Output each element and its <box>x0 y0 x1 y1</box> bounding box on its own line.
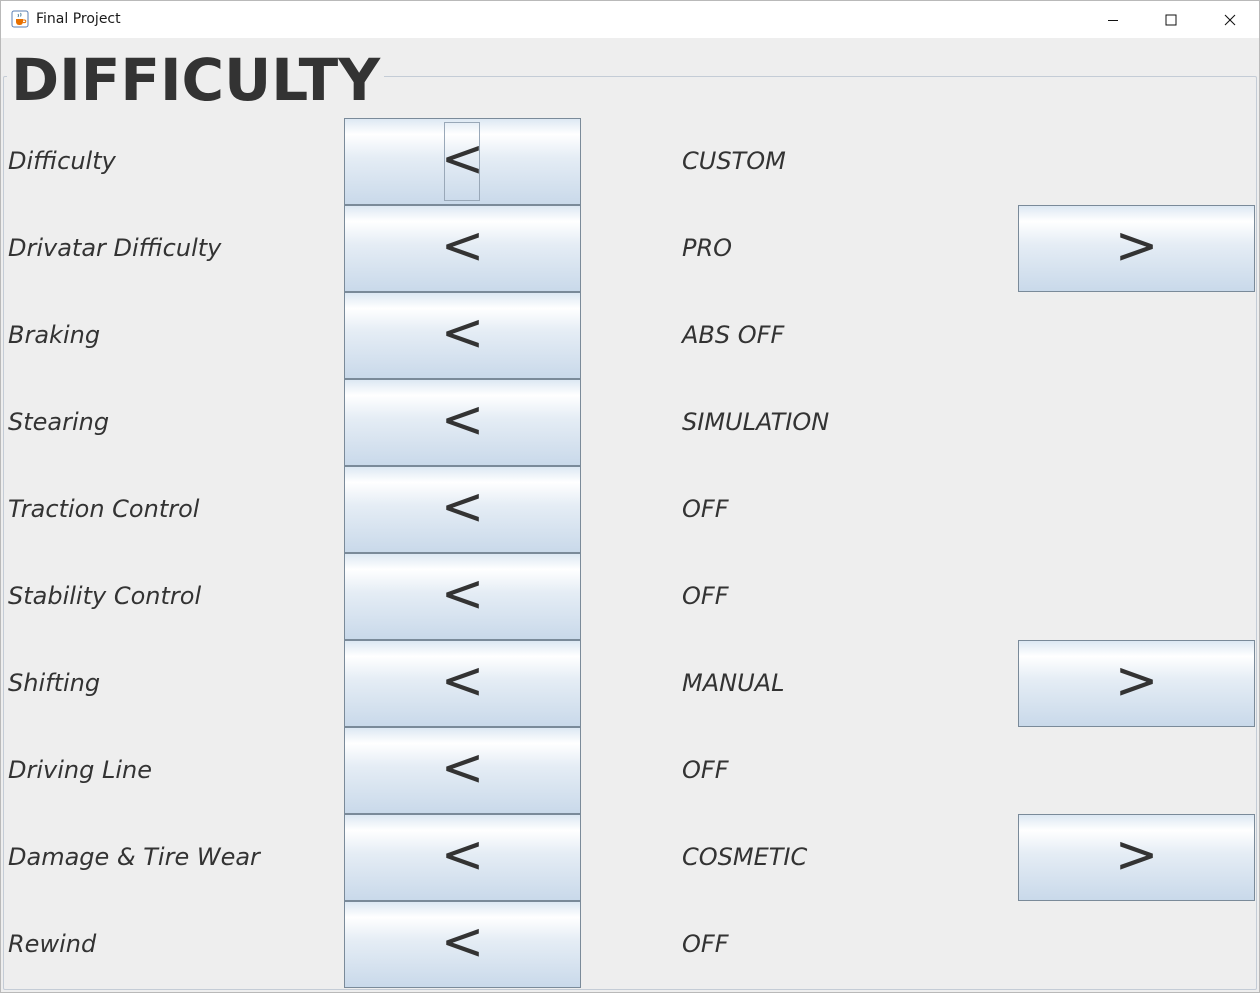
setting-value: ABS OFF <box>682 321 785 349</box>
prev-arrow-label: < <box>440 650 485 711</box>
prev-button-driving-line[interactable]: < <box>344 727 581 814</box>
setting-label: Drivatar Difficulty <box>8 234 222 262</box>
setting-row-driving-line: Driving Line < OFF <box>1 727 1259 814</box>
close-button[interactable] <box>1201 1 1259 38</box>
setting-value: OFF <box>682 495 729 523</box>
minimize-button[interactable] <box>1084 1 1142 38</box>
next-arrow-label: > <box>1114 650 1159 711</box>
prev-button-traction-control[interactable]: < <box>344 466 581 553</box>
prev-arrow-label: < <box>440 128 485 189</box>
prev-button-drivatar-difficulty[interactable]: < <box>344 205 581 292</box>
setting-value: MANUAL <box>682 669 785 697</box>
next-button-shifting[interactable]: > <box>1018 640 1255 727</box>
setting-row-stability-control: Stability Control < OFF <box>1 553 1259 640</box>
prev-button-stearing[interactable]: < <box>344 379 581 466</box>
setting-row-difficulty: Difficulty < CUSTOM <box>1 118 1259 205</box>
setting-label: Driving Line <box>8 756 152 784</box>
prev-button-rewind[interactable]: < <box>344 901 581 988</box>
setting-value: COSMETIC <box>682 843 808 871</box>
prev-arrow-label: < <box>440 389 485 450</box>
app-window: Final Project DIFFICULTY Difficulty < CUST… <box>0 0 1260 993</box>
setting-row-braking: Braking < ABS OFF <box>1 292 1259 379</box>
prev-arrow-label: < <box>440 563 485 624</box>
setting-row-damage-and-tire-wear: Damage & Tire Wear < COSMETIC > <box>1 814 1259 901</box>
setting-label: Stearing <box>8 408 110 436</box>
difficulty-panel: DIFFICULTY Difficulty < CUSTOM Drivatar Dif… <box>1 38 1259 992</box>
prev-button-difficulty[interactable]: < <box>344 118 581 205</box>
title-bar[interactable]: Final Project <box>1 1 1259 38</box>
next-button-drivatar-difficulty[interactable]: > <box>1018 205 1255 292</box>
setting-value: OFF <box>682 582 729 610</box>
maximize-icon <box>1165 14 1177 25</box>
prev-button-damage-and-tire-wear[interactable]: < <box>344 814 581 901</box>
close-icon <box>1224 14 1236 25</box>
setting-value: OFF <box>682 930 729 958</box>
setting-label: Traction Control <box>8 495 200 523</box>
setting-row-drivatar-difficulty: Drivatar Difficulty < PRO > <box>1 205 1259 292</box>
setting-label: Braking <box>8 321 101 349</box>
setting-label: Rewind <box>8 930 97 958</box>
setting-row-stearing: Stearing < SIMULATION <box>1 379 1259 466</box>
setting-row-shifting: Shifting < MANUAL > <box>1 640 1259 727</box>
next-button-damage-and-tire-wear[interactable]: > <box>1018 814 1255 901</box>
prev-arrow-label: < <box>440 215 485 276</box>
setting-value: CUSTOM <box>682 147 786 175</box>
java-cup-icon <box>11 10 29 28</box>
next-arrow-label: > <box>1114 215 1159 276</box>
setting-row-rewind: Rewind < OFF <box>1 901 1259 988</box>
setting-label: Shifting <box>8 669 101 697</box>
maximize-button[interactable] <box>1142 1 1200 38</box>
prev-arrow-label: < <box>440 302 485 363</box>
prev-arrow-label: < <box>440 476 485 537</box>
setting-label: Stability Control <box>8 582 202 610</box>
setting-label: Difficulty <box>8 147 116 175</box>
next-arrow-label: > <box>1114 824 1159 885</box>
setting-value: SIMULATION <box>682 408 830 436</box>
page-title: DIFFICULTY <box>7 42 385 118</box>
prev-button-stability-control[interactable]: < <box>344 553 581 640</box>
setting-row-traction-control: Traction Control < OFF <box>1 466 1259 553</box>
prev-arrow-label: < <box>440 737 485 798</box>
prev-button-shifting[interactable]: < <box>344 640 581 727</box>
minimize-icon <box>1108 19 1118 21</box>
setting-value: OFF <box>682 756 729 784</box>
window-title: Final Project <box>36 11 121 27</box>
setting-label: Damage & Tire Wear <box>8 843 260 871</box>
prev-button-braking[interactable]: < <box>344 292 581 379</box>
setting-value: PRO <box>682 234 733 262</box>
prev-arrow-label: < <box>440 911 485 972</box>
prev-arrow-label: < <box>440 824 485 885</box>
